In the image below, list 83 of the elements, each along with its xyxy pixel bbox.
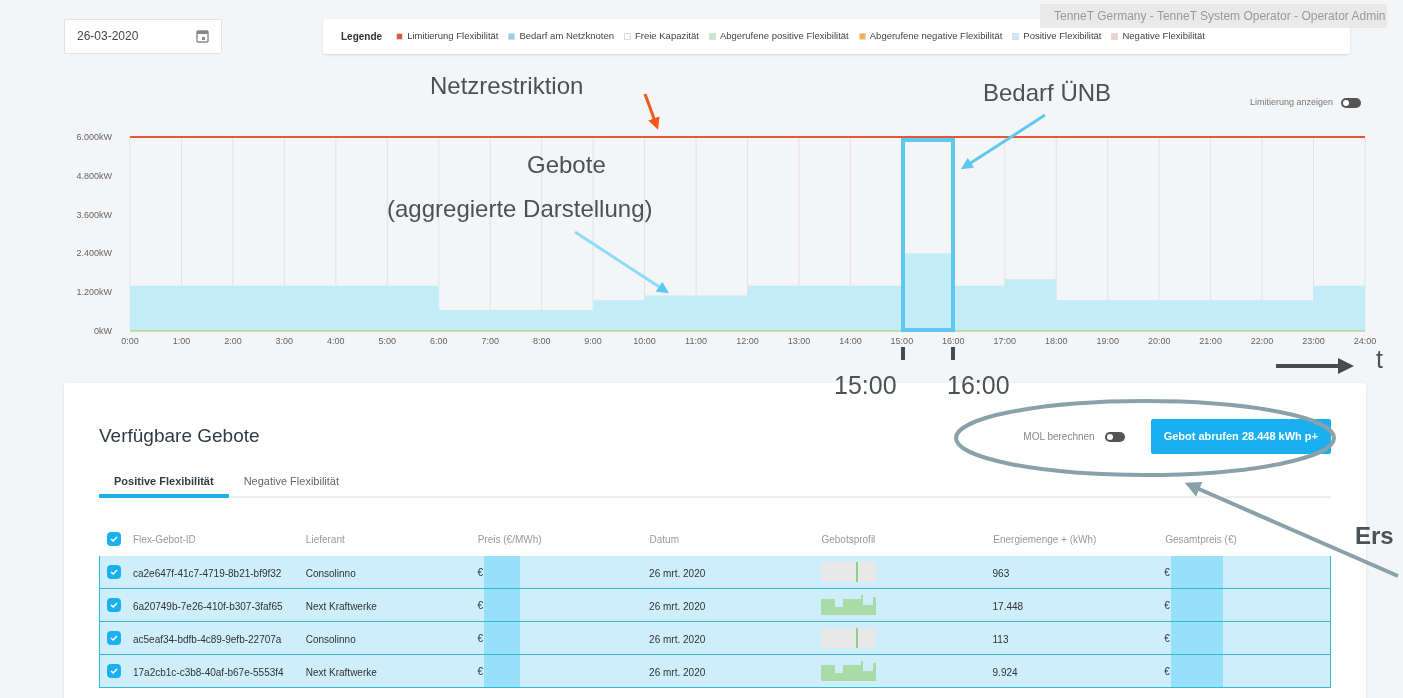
table-cell: 17a2cb1c-c3b8-40af-b67e-5553f4 <box>132 667 284 678</box>
annotation-text: (aggregierte Darstellung) <box>387 197 653 221</box>
table-cell: 17.448 <box>992 601 1024 612</box>
x-axis-label: 7:00 <box>481 336 499 346</box>
card-title: Verfügbare Gebote <box>99 424 260 449</box>
x-axis-label: 3:00 <box>275 336 294 346</box>
x-axis-label: 0:00 <box>121 336 139 346</box>
table-cell-text: € <box>477 598 483 613</box>
x-axis-label: 14:00 <box>839 336 862 346</box>
annotation-text: Netzrestriktion <box>430 74 584 98</box>
date-value: 26-03-2020 <box>77 28 139 45</box>
annotation-text: Ers <box>1355 524 1394 548</box>
legend-label: Negative Flexibilität <box>1122 28 1205 43</box>
table-cell: 113 <box>992 634 1009 645</box>
table-cell: 26 mrt. 2020 <box>649 634 706 645</box>
table-cell: 963 <box>992 568 1010 579</box>
user-label: TenneT Germany - TenneT System Operator - Operator Admin <box>1040 4 1388 28</box>
toggle-label: MOL berechnen <box>1023 430 1095 444</box>
column-header: Energiemenge + (kWh) <box>993 532 1098 547</box>
column-header: Datum <box>649 532 680 547</box>
y-axis-label: 6.000kW <box>76 132 112 142</box>
x-axis-label: 11:00 <box>685 336 707 346</box>
y-axis-label: 1.200kW <box>76 287 112 298</box>
x-axis-label: 16:00 <box>942 336 965 346</box>
column-header: Lieferant <box>305 532 346 547</box>
x-axis-label: 9:00 <box>584 336 602 346</box>
x-axis-label: 18:00 <box>1045 336 1068 346</box>
annotation-text: Gebote <box>527 153 606 177</box>
table-cell: 26 mrt. 2020 <box>649 601 706 612</box>
x-axis-label: 5:00 <box>378 336 397 346</box>
legend-label: Abgerufene negative Flexibilität <box>869 28 1003 43</box>
x-axis-label: 24:00 <box>1353 336 1377 346</box>
x-axis-label: 22:00 <box>1250 336 1274 346</box>
x-axis-label: 8:00 <box>532 336 551 346</box>
legend-label: Bedarf am Netzknoten <box>519 28 614 43</box>
x-axis-label: 10:00 <box>633 336 656 346</box>
legend-label: Limitierung Flexibilität <box>407 28 499 43</box>
table-cell-text: € <box>477 631 483 646</box>
table-cell-text: € <box>1164 664 1170 679</box>
x-axis-label: 17:00 <box>993 336 1017 346</box>
y-axis-label: 4.800kW <box>76 170 112 181</box>
table-cell: Next Kraftwerke <box>305 601 377 612</box>
column-header: Preis (€/MWh) <box>477 532 543 547</box>
table-cell: ac5eaf34-bdfb-4c89-9efb-22707a <box>132 634 282 645</box>
table-cell: Next Kraftwerke <box>305 667 377 678</box>
table-cell-text: € <box>477 565 483 580</box>
legend-label: Freie Kapazität <box>635 28 699 43</box>
x-axis-label: 1:00 <box>172 336 191 346</box>
x-axis-label: 4:00 <box>327 336 345 346</box>
column-header: Gesamtpreis (€) <box>1165 532 1238 547</box>
table-cell-text: € <box>1164 565 1170 580</box>
table-cell-text: € <box>1164 631 1170 646</box>
toggle-label: Limitierung anzeigen <box>1249 95 1333 109</box>
table-cell-text: € <box>477 664 483 679</box>
annotation-text: t <box>1376 347 1383 372</box>
table-cell: Consolinno <box>305 568 356 579</box>
table-cell: 26 mrt. 2020 <box>649 568 706 579</box>
annotation-text: 15:00 <box>834 373 897 398</box>
x-axis-label: 6:00 <box>430 336 448 346</box>
x-axis-label: 21:00 <box>1199 336 1222 346</box>
legend-label: Abgerufene positive Flexibilität <box>719 28 849 43</box>
legend-title: Legende <box>341 29 383 44</box>
x-axis-label: 15:00 <box>890 336 914 346</box>
table-cell-text: € <box>1164 598 1170 613</box>
annotation-text: Bedarf ÜNB <box>983 81 1112 105</box>
x-axis-label: 23:00 <box>1302 336 1325 346</box>
x-axis-label: 19:00 <box>1096 336 1119 346</box>
x-axis-label: 13:00 <box>787 336 811 346</box>
table-cell: 26 mrt. 2020 <box>649 667 706 678</box>
table-cell: 9.924 <box>992 667 1018 678</box>
legend-label: Positive Flexibilität <box>1023 28 1102 43</box>
x-axis-label: 12:00 <box>736 336 759 346</box>
y-axis-label: 0kW <box>94 326 112 336</box>
column-header: Flex-Gebot-ID <box>133 532 197 547</box>
y-axis-label: 2.400kW <box>76 248 112 259</box>
table-cell: 6a20749b-7e26-410f-b307-3faf65 <box>132 601 283 612</box>
table-cell: Consolinno <box>305 634 356 645</box>
y-axis-label: 3.600kW <box>76 209 112 220</box>
table-cell: ca2e647f-41c7-4719-8b21-bf9f32 <box>132 568 282 579</box>
annotation-text: 16:00 <box>947 373 1010 398</box>
x-axis-label: 2:00 <box>224 336 242 346</box>
x-axis-label: 20:00 <box>1147 336 1171 346</box>
column-header: Gebotsprofil <box>821 532 877 547</box>
